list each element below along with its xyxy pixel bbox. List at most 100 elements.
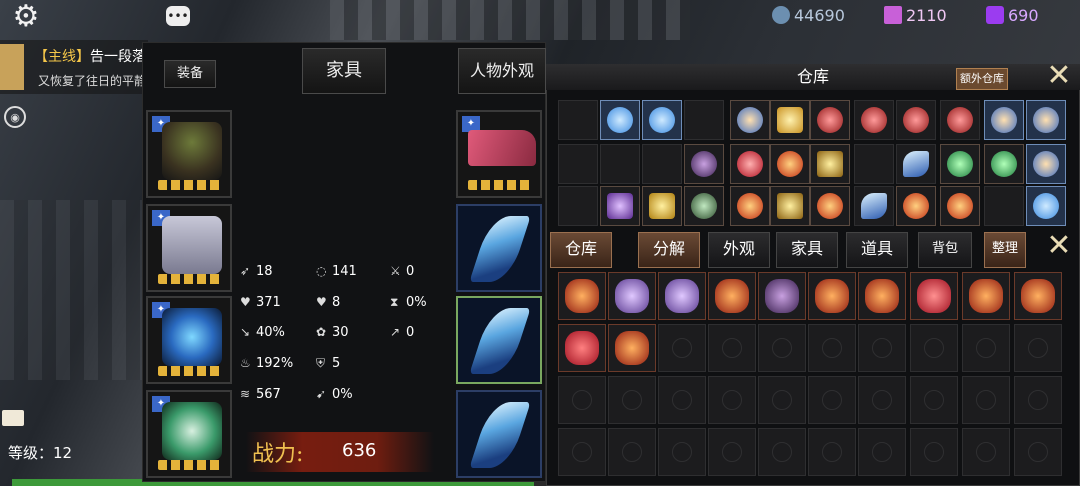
tab-props[interactable]: 道具	[846, 232, 908, 268]
backpack-cell[interactable]	[708, 376, 756, 424]
backpack-cell[interactable]	[962, 376, 1010, 424]
warehouse-cell[interactable]	[896, 186, 936, 226]
warehouse-cell[interactable]	[730, 186, 770, 226]
warehouse-cell[interactable]	[896, 100, 936, 140]
backpack-cell[interactable]	[1014, 376, 1062, 424]
settings-gear-icon[interactable]: ⚙	[6, 0, 46, 34]
warehouse-cell[interactable]	[770, 144, 810, 184]
backpack-cell[interactable]	[708, 324, 756, 372]
backpack-cell[interactable]	[808, 376, 856, 424]
backpack-cell[interactable]	[608, 428, 656, 476]
tab-furniture[interactable]: 家具	[302, 48, 386, 94]
warehouse-cell[interactable]	[558, 144, 598, 184]
backpack-cell[interactable]	[808, 324, 856, 372]
equip-slot-weapon[interactable]: ✦	[456, 110, 542, 198]
extra-warehouse-button[interactable]: 额外仓库	[956, 68, 1008, 90]
backpack-cell[interactable]	[758, 272, 806, 320]
backpack-cell[interactable]	[558, 376, 606, 424]
backpack-cell[interactable]	[658, 428, 706, 476]
warehouse-cell[interactable]	[854, 186, 894, 226]
backpack-cell[interactable]	[808, 272, 856, 320]
equip-slot-feet[interactable]: ✦	[146, 390, 232, 478]
warehouse-cell[interactable]	[940, 144, 980, 184]
warehouse-cell[interactable]	[770, 100, 810, 140]
equip-slot-head[interactable]: ✦	[146, 110, 232, 198]
backpack-cell[interactable]	[858, 272, 906, 320]
backpack-cell[interactable]	[608, 272, 656, 320]
warehouse-cell[interactable]	[600, 186, 640, 226]
equip-slot-relic-3[interactable]	[456, 390, 542, 478]
close-icon[interactable]: ✕	[1044, 61, 1074, 92]
backpack-cell[interactable]	[608, 376, 656, 424]
warehouse-cell[interactable]	[730, 144, 770, 184]
chat-bubble-icon[interactable]: •••	[166, 6, 190, 26]
backpack-cell[interactable]	[558, 272, 606, 320]
warehouse-cell[interactable]	[600, 144, 640, 184]
close-bag-icon[interactable]: ✕	[1044, 231, 1074, 262]
backpack-cell[interactable]	[558, 324, 606, 372]
warehouse-cell[interactable]	[984, 100, 1024, 140]
backpack-cell[interactable]	[658, 376, 706, 424]
warehouse-cell[interactable]	[940, 186, 980, 226]
backpack-cell[interactable]	[608, 324, 656, 372]
warehouse-cell[interactable]	[558, 100, 598, 140]
mail-icon[interactable]	[2, 410, 24, 426]
equip-slot-relic-2[interactable]	[456, 296, 542, 384]
warehouse-cell[interactable]	[684, 144, 724, 184]
warehouse-cell[interactable]	[770, 186, 810, 226]
equip-slot-relic-1[interactable]	[456, 204, 542, 292]
warehouse-cell[interactable]	[984, 144, 1024, 184]
quest-tracker[interactable]: 【主线】告一段落 又恢复了往日的平静	[0, 40, 148, 94]
tab-equipment[interactable]: 装备	[164, 60, 216, 88]
sort-button[interactable]: 整理	[984, 232, 1026, 268]
tab-appearance-items[interactable]: 外观	[708, 232, 770, 268]
backpack-cell[interactable]	[910, 324, 958, 372]
warehouse-cell[interactable]	[940, 100, 980, 140]
warehouse-cell[interactable]	[684, 100, 724, 140]
warehouse-cell[interactable]	[810, 144, 850, 184]
backpack-cell[interactable]	[708, 428, 756, 476]
backpack-cell[interactable]	[962, 272, 1010, 320]
backpack-cell[interactable]	[758, 428, 806, 476]
warehouse-cell[interactable]	[642, 100, 682, 140]
backpack-cell[interactable]	[658, 324, 706, 372]
backpack-cell[interactable]	[758, 376, 806, 424]
equip-slot-body[interactable]: ✦	[146, 204, 232, 292]
backpack-cell[interactable]	[1014, 324, 1062, 372]
warehouse-cell[interactable]	[642, 144, 682, 184]
warehouse-cell[interactable]	[896, 144, 936, 184]
backpack-cell[interactable]	[658, 272, 706, 320]
warehouse-cell[interactable]	[684, 186, 724, 226]
warehouse-cell[interactable]	[1026, 100, 1066, 140]
warehouse-cell[interactable]	[1026, 186, 1066, 226]
warehouse-cell[interactable]	[810, 100, 850, 140]
equip-slot-hands[interactable]: ✦	[146, 296, 232, 384]
backpack-cell[interactable]	[1014, 428, 1062, 476]
backpack-cell[interactable]	[808, 428, 856, 476]
backpack-cell[interactable]	[558, 428, 606, 476]
warehouse-cell[interactable]	[1026, 144, 1066, 184]
warehouse-cell[interactable]	[854, 100, 894, 140]
warehouse-cell[interactable]	[600, 100, 640, 140]
backpack-cell[interactable]	[962, 324, 1010, 372]
tab-disassemble[interactable]: 分解	[638, 232, 700, 268]
backpack-cell[interactable]	[910, 272, 958, 320]
backpack-cell[interactable]	[962, 428, 1010, 476]
tab-warehouse[interactable]: 仓库	[550, 232, 612, 268]
tab-furniture-items[interactable]: 家具	[776, 232, 838, 268]
warehouse-cell[interactable]	[730, 100, 770, 140]
warehouse-cell[interactable]	[810, 186, 850, 226]
eye-icon[interactable]: ◉	[4, 106, 26, 128]
tab-backpack[interactable]: 背包	[918, 232, 972, 268]
backpack-cell[interactable]	[1014, 272, 1062, 320]
warehouse-cell[interactable]	[984, 186, 1024, 226]
backpack-cell[interactable]	[858, 376, 906, 424]
tab-appearance[interactable]: 人物外观	[458, 48, 546, 94]
warehouse-cell[interactable]	[642, 186, 682, 226]
backpack-cell[interactable]	[708, 272, 756, 320]
warehouse-cell[interactable]	[854, 144, 894, 184]
backpack-cell[interactable]	[910, 376, 958, 424]
backpack-cell[interactable]	[910, 428, 958, 476]
backpack-cell[interactable]	[858, 324, 906, 372]
warehouse-cell[interactable]	[558, 186, 598, 226]
